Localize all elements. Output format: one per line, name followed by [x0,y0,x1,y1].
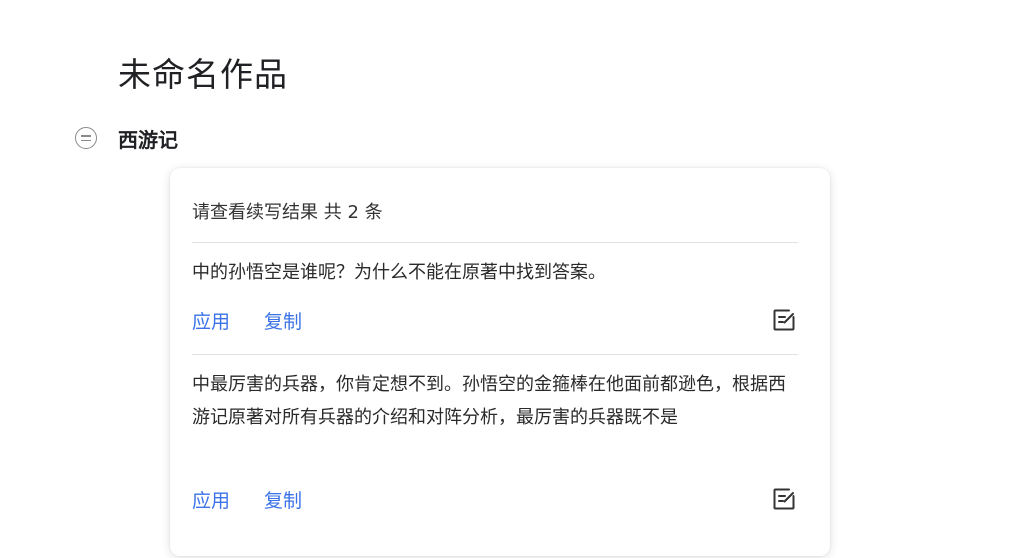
results-header: 请查看续写结果 共 2 条 [192,202,383,223]
section-heading: 西游记 [75,121,178,155]
copy-button[interactable]: 复制 [264,307,302,334]
result-text-2: 中最厉害的兵器，你肯定想不到。孙悟空的金箍棒在他面前都逊色，根据西游记原著对所有… [192,374,786,428]
apply-button[interactable]: 应用 [192,307,230,334]
edit-note-icon[interactable] [771,307,797,333]
collapse-circle-icon[interactable] [75,127,97,149]
section-title[interactable]: 西游记 [118,124,178,153]
result-actions-1: 应用 复制 [192,307,302,334]
apply-button[interactable]: 应用 [192,486,230,513]
copy-button[interactable]: 复制 [264,486,302,513]
divider [192,354,798,355]
continuation-results-panel: 请查看续写结果 共 2 条 中的孙悟空是谁呢？为什么不能在原著中找到答案。 应用… [170,168,830,556]
divider [192,242,798,243]
result-text-1: 中的孙悟空是谁呢？为什么不能在原著中找到答案。 [192,262,606,283]
result-actions-2: 应用 复制 [192,486,302,513]
document-title[interactable]: 未命名作品 [118,48,288,96]
edit-note-icon[interactable] [771,486,797,512]
